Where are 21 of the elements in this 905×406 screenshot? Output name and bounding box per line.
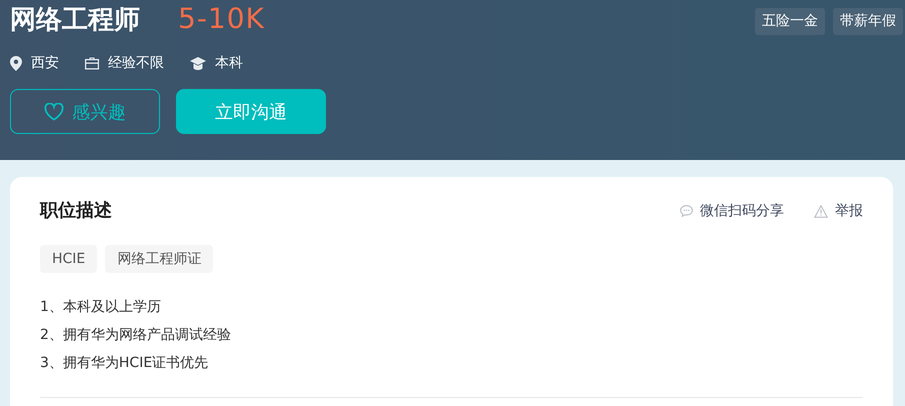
job-info-text: 本科 — [215, 54, 243, 73]
section-title: 职位描述 — [40, 199, 112, 223]
skill-tag: 网络工程师证 — [105, 245, 214, 273]
requirement-text: 2、拥有华为网络产品调试经验 — [40, 326, 232, 345]
heart-icon — [44, 102, 64, 120]
job-info-text: 经验不限 — [108, 54, 164, 73]
briefcase-icon — [85, 56, 99, 70]
graduation-cap-icon — [190, 56, 206, 70]
benefit-tag: 带薪年假 — [833, 8, 903, 35]
chat-bubble-icon — [680, 205, 693, 217]
salary: 5-10K — [178, 2, 265, 36]
requirement-text: 1、本科及以上学历 — [40, 298, 162, 317]
skill-tag: HCIE — [40, 245, 98, 273]
report-link[interactable]: 举报 — [814, 202, 863, 220]
benefit-tag: 五险一金 — [755, 8, 825, 35]
warning-icon — [814, 204, 828, 218]
location-pin-icon — [10, 56, 22, 70]
job-title: 网络工程师 — [10, 4, 140, 37]
job-info-text: 西安 — [31, 54, 59, 73]
share-link[interactable]: 微信扫码分享 — [680, 202, 784, 220]
requirement-text: 3、拥有华为HCIE证书优先 — [40, 354, 210, 373]
